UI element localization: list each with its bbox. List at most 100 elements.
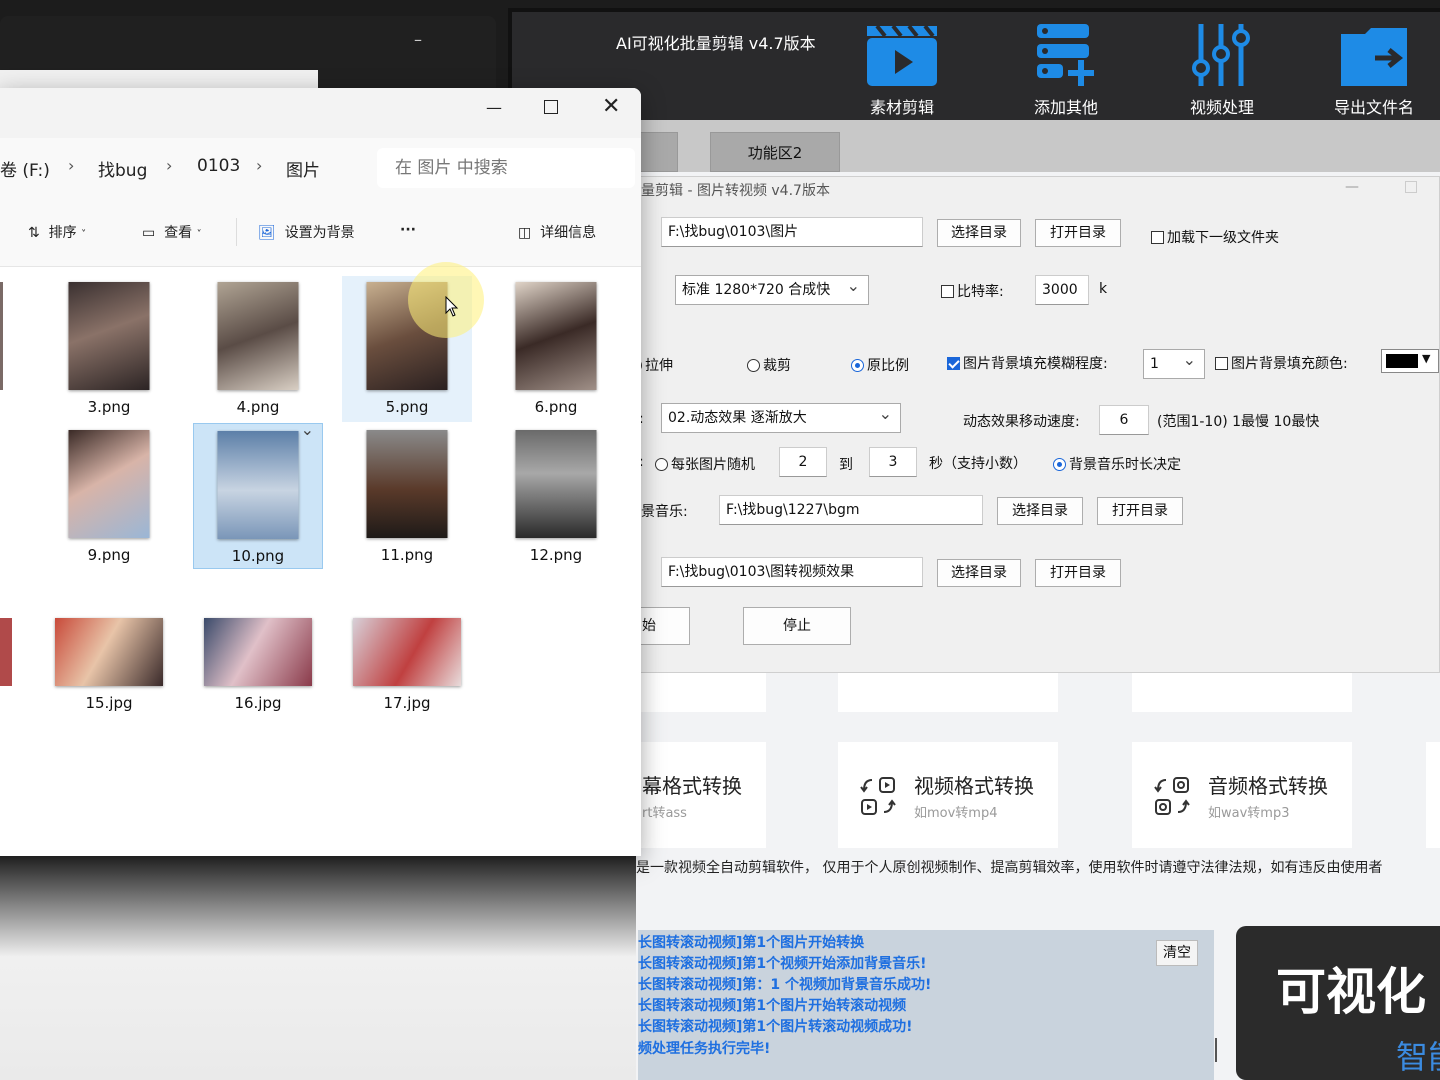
open-output-dir-button[interactable]: 打开目录 xyxy=(1035,559,1121,587)
card-subtitle: rt转ass xyxy=(642,806,687,821)
radio-label: 裁剪 xyxy=(763,358,791,374)
bgm-duration-radio[interactable]: 背景音乐时长决定 xyxy=(1053,454,1181,474)
file-item[interactable]: 16.jpg xyxy=(193,612,323,758)
effect-select[interactable]: 02.动态效果 逐渐放大 xyxy=(661,403,901,433)
card-subtitle: 如mov转mp4 xyxy=(914,806,998,821)
log-line: 长图转滚动视频]第：1 个视频加背景音乐成功! xyxy=(638,977,932,993)
view-icon: ▭ xyxy=(142,225,156,241)
radio-label: 背景音乐时长决定 xyxy=(1069,457,1181,473)
file-thumbnail xyxy=(515,430,597,538)
log-panel: 长图转滚动视频]第1个图片开始转换 长图转滚动视频]第1个视频开始添加背景音乐!… xyxy=(638,930,1214,1080)
breadcrumb-folder[interactable]: 找bug xyxy=(98,156,147,181)
start-button[interactable]: 始 xyxy=(633,607,690,645)
dialog-maximize-button[interactable] xyxy=(1405,181,1417,193)
chevron-right-icon[interactable]: › xyxy=(256,156,262,175)
minimize-icon[interactable]: — xyxy=(486,98,502,117)
file-explorer-window: — ✕ 卷 (F:) › 找bug › 0103 › 图片 在 图片 中搜索 ⇅… xyxy=(0,88,641,938)
file-item[interactable]: 6.png xyxy=(491,276,621,422)
card-title: 幕格式转换 xyxy=(642,774,742,798)
file-name: 3.png xyxy=(87,398,131,416)
tool-material-edit[interactable]: 素材剪辑 xyxy=(842,20,962,118)
tab-function-2[interactable]: 功能区2 xyxy=(710,132,840,172)
checkbox-box xyxy=(941,285,954,298)
file-name: 16.jpg xyxy=(234,694,282,712)
more-options-button[interactable]: ··· xyxy=(400,222,416,238)
max-seconds-input[interactable]: 3 xyxy=(869,447,917,477)
load-subfolder-checkbox[interactable]: 加载下一级文件夹 xyxy=(1151,227,1279,247)
chevron-right-icon[interactable]: › xyxy=(166,156,172,175)
choose-music-dir-button[interactable]: 选择目录 xyxy=(997,497,1083,525)
file-thumbnail-partial[interactable] xyxy=(0,618,12,686)
clapperboard-icon xyxy=(867,24,937,86)
speed-hint: (范围1-10) 1最慢 10最快 xyxy=(1157,414,1320,430)
choose-dir-button[interactable]: 选择目录 xyxy=(937,219,1021,247)
breadcrumb-current[interactable]: 图片 xyxy=(286,156,320,181)
card-audio-format[interactable]: 音频格式转换 如wav转mp3 xyxy=(1132,742,1352,848)
min-seconds-input[interactable]: 2 xyxy=(779,447,827,477)
bitrate-input[interactable]: 3000 xyxy=(1035,275,1089,305)
minimize-button[interactable]: – xyxy=(414,30,422,49)
file-item[interactable]: 15.jpg xyxy=(44,612,174,758)
log-scrollbar[interactable] xyxy=(1215,1038,1217,1062)
radio-label: 拉伸 xyxy=(645,358,673,374)
dialog-minimize-button[interactable]: — xyxy=(1345,179,1359,195)
file-item[interactable]: 9.png xyxy=(44,424,174,570)
app-title: AI可视化批量剪辑 v4.7版本 xyxy=(616,34,816,53)
maximize-icon[interactable] xyxy=(544,100,558,114)
file-item[interactable]: 12.png xyxy=(491,424,621,570)
breadcrumb-folder[interactable]: 0103 xyxy=(197,156,240,176)
tool-label: 添加其他 xyxy=(1033,98,1098,117)
output-dir-field[interactable]: F:\找bug\0103\图转视频效果 xyxy=(661,557,923,587)
blur-fill-checkbox[interactable]: 图片背景填充模糊程度: xyxy=(947,353,1108,373)
stop-button[interactable]: 停止 xyxy=(743,607,851,645)
card-title: 音频格式转换 xyxy=(1208,774,1328,798)
breadcrumb-drive[interactable]: 卷 (F:) xyxy=(0,156,50,181)
file-item[interactable]: 17.jpg xyxy=(342,612,472,758)
music-dir-field[interactable]: F:\找bug\1227\bgm xyxy=(719,495,983,525)
card-partial[interactable] xyxy=(1426,742,1440,848)
tool-export-filename[interactable]: 导出文件名 xyxy=(1314,20,1434,118)
details-button[interactable]: ◫ 详细信息 xyxy=(518,222,596,242)
color-swatch xyxy=(1386,354,1418,368)
file-item[interactable]: 3.png xyxy=(44,276,174,422)
choose-output-dir-button[interactable]: 选择目录 xyxy=(937,559,1021,587)
file-thumbnail xyxy=(217,282,299,390)
file-item-selected[interactable]: 10.png xyxy=(193,420,323,569)
open-dir-button[interactable]: 打开目录 xyxy=(1035,219,1121,247)
card-video-format[interactable]: 视频格式转换 如mov转mp4 xyxy=(838,742,1058,848)
file-item[interactable]: 4.png xyxy=(193,276,323,422)
search-input[interactable]: 在 图片 中搜索 xyxy=(377,148,635,188)
desktop-area xyxy=(0,856,636,1080)
crop-radio[interactable]: 裁剪 xyxy=(747,355,791,375)
speed-input[interactable]: 6 xyxy=(1099,405,1149,435)
disclaimer-text: 是一款视频全自动剪辑软件， 仅用于个人原创视频制作、提高剪辑效率，使用软件时请遵… xyxy=(636,860,1383,876)
random-duration-radio[interactable]: 每张图片随机 xyxy=(655,454,755,474)
tool-video-process[interactable]: 视频处理 xyxy=(1162,20,1282,118)
clear-log-button[interactable]: 清空 xyxy=(1156,940,1198,966)
blur-level-select[interactable]: 1 xyxy=(1143,349,1205,379)
tool-add-other[interactable]: 添加其他 xyxy=(1006,20,1126,118)
set-background-label: 设置为背景 xyxy=(284,225,355,241)
file-item[interactable]: 11.png xyxy=(342,424,472,570)
sort-button[interactable]: ⇅ 排序 ˅ xyxy=(28,222,86,242)
close-icon[interactable]: ✕ xyxy=(602,94,620,119)
chevron-right-icon[interactable]: › xyxy=(68,156,74,175)
card-partial[interactable] xyxy=(1132,672,1352,712)
radio-label: 原比例 xyxy=(867,358,909,374)
file-name: 11.png xyxy=(380,546,434,564)
log-line: 长图转滚动视频]第1个图片开始转换 xyxy=(638,935,865,951)
card-partial[interactable] xyxy=(838,672,1058,712)
convert-icon xyxy=(1154,777,1190,815)
resolution-select[interactable]: 标准 1280*720 合成快 xyxy=(675,275,869,305)
original-ratio-radio[interactable]: 原比例 xyxy=(851,355,909,375)
checkbox-label: 图片背景填充模糊程度: xyxy=(963,356,1108,372)
fill-color-checkbox[interactable]: 图片背景填充颜色: xyxy=(1215,353,1348,373)
input-dir-field[interactable]: F:\找bug\0103\图片 xyxy=(661,217,923,247)
radio-label: 每张图片随机 xyxy=(671,457,755,473)
open-music-dir-button[interactable]: 打开目录 xyxy=(1097,497,1183,525)
view-button[interactable]: ▭ 查看 ˅ xyxy=(142,222,202,242)
bitrate-checkbox[interactable]: 比特率: xyxy=(941,281,1004,301)
fill-color-picker[interactable]: ▼ xyxy=(1381,349,1439,373)
file-thumbnail-partial[interactable] xyxy=(0,282,3,390)
set-background-button[interactable]: 🖼 设置为背景 xyxy=(258,222,355,242)
